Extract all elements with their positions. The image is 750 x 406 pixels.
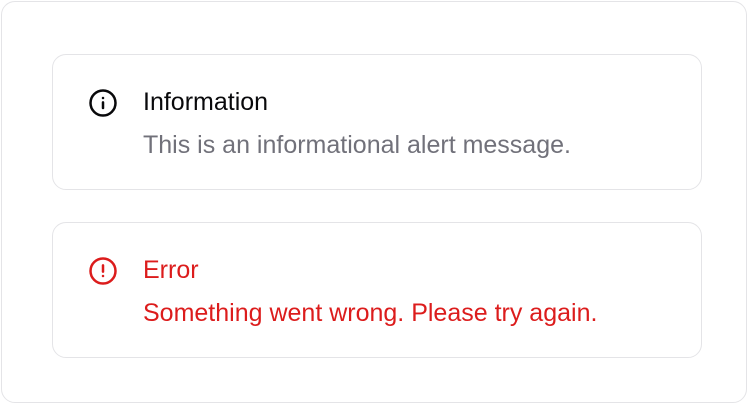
error-alert-description: Something went wrong. Please try again. (143, 299, 598, 327)
alerts-container: Information This is an informational ale… (1, 1, 747, 403)
info-circle-icon (89, 89, 117, 117)
info-alert-title: Information (143, 88, 269, 116)
info-alert-description: This is an informational alert message. (143, 131, 571, 159)
error-alert-title: Error (143, 256, 199, 284)
error-alert: Error Something went wrong. Please try a… (52, 222, 702, 358)
info-alert: Information This is an informational ale… (52, 54, 702, 190)
alert-circle-icon (89, 257, 117, 285)
